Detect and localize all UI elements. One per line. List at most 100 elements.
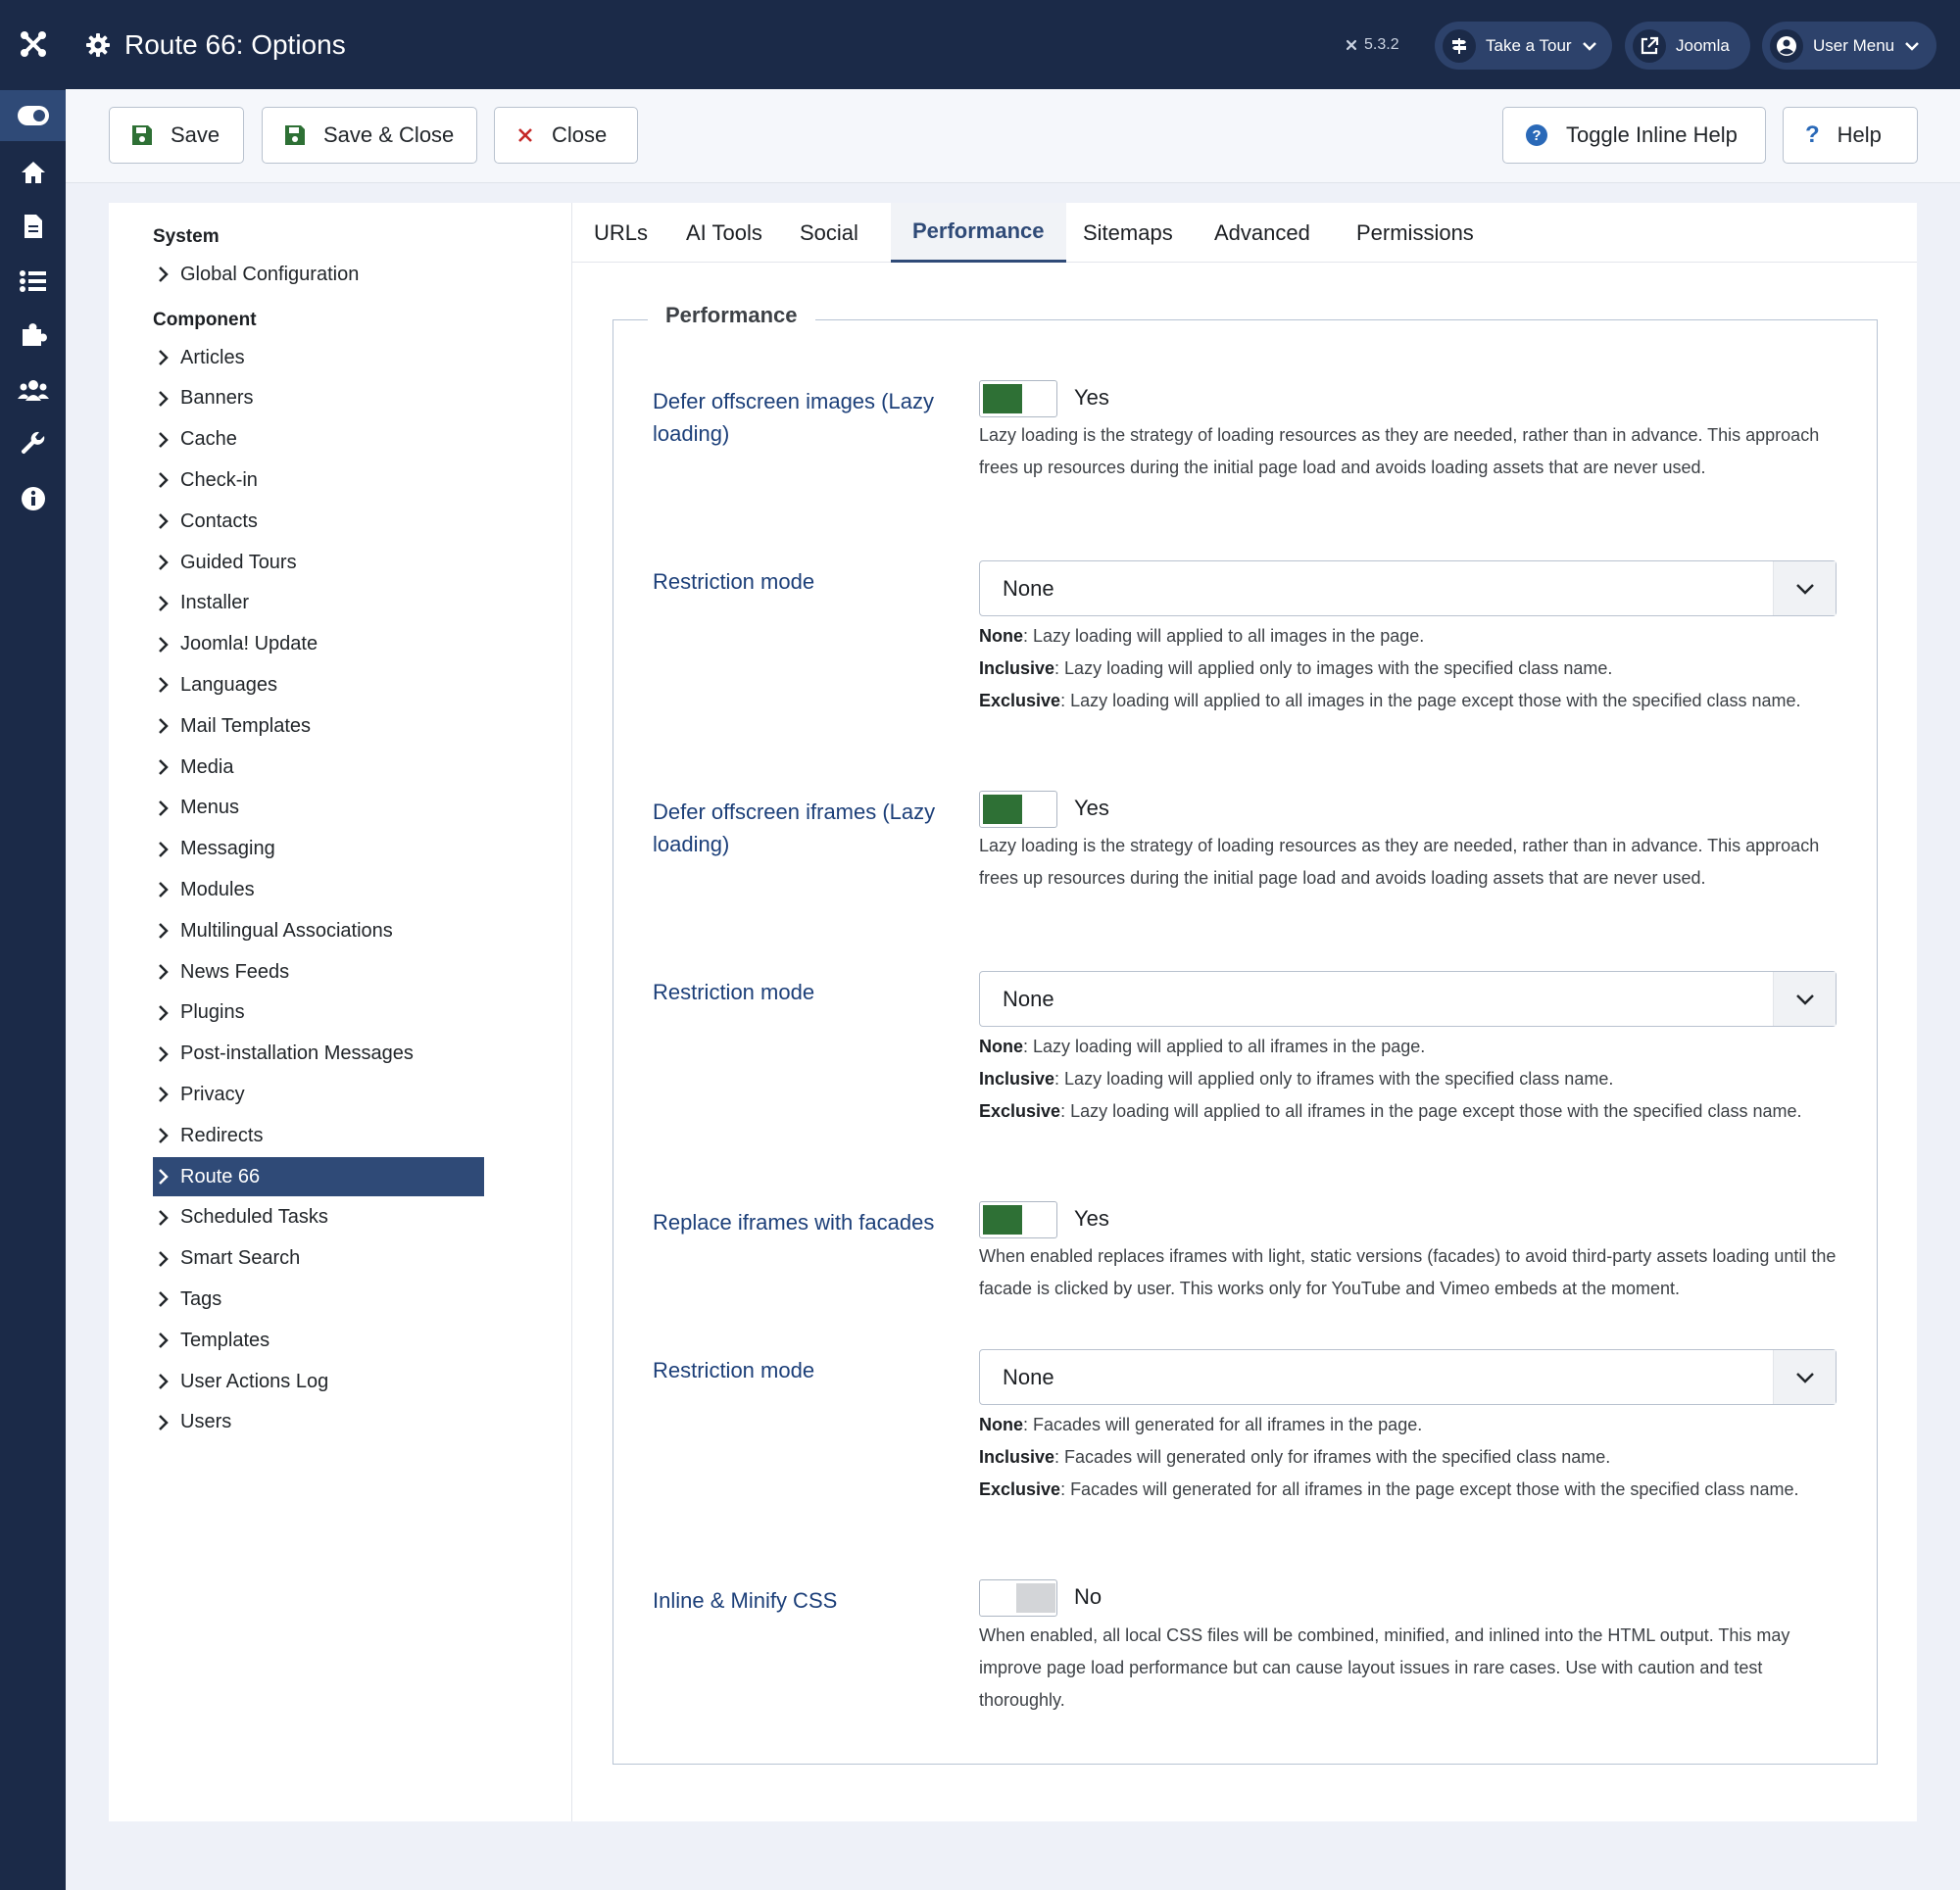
sidebar-item-label: Articles <box>180 346 245 368</box>
sidebar-item-media[interactable]: Media <box>153 748 484 787</box>
chevron-right-icon <box>159 964 169 980</box>
chevron-down-icon <box>1905 41 1920 51</box>
sidebar-item-cache[interactable]: Cache <box>153 420 484 460</box>
sidebar-item-mail-templates[interactable]: Mail Templates <box>153 706 484 746</box>
select-value: None <box>1003 575 1054 601</box>
toggle-menu-icon[interactable] <box>0 90 66 141</box>
sidebar-item-label: Guided Tours <box>180 551 297 573</box>
question-icon: ? <box>1805 121 1820 148</box>
chevron-right-icon <box>159 513 169 530</box>
chevron-right-icon <box>159 350 169 365</box>
lazy-iframes-description: Lazy loading is the strategy of loading … <box>979 836 1820 888</box>
sidebar-item-label: Mail Templates <box>180 714 312 737</box>
sidebar-item-scheduled-tasks[interactable]: Scheduled Tasks <box>153 1198 484 1237</box>
facades-toggle[interactable] <box>979 1201 1057 1238</box>
sidebar-item-label: Media <box>180 755 234 778</box>
content-icon[interactable] <box>0 201 66 252</box>
sidebar-item-messaging[interactable]: Messaging <box>153 830 484 869</box>
tab-performance[interactable]: Performance <box>891 203 1066 263</box>
iframes-restriction-select[interactable]: None <box>979 971 1837 1027</box>
images-restriction-label: Restriction mode <box>653 569 815 594</box>
menus-list-icon[interactable] <box>0 256 66 307</box>
sidebar-item-check-in[interactable]: Check-in <box>153 460 484 500</box>
chevron-right-icon <box>159 759 169 775</box>
sidebar-item-label: Banners <box>180 387 254 410</box>
sidebar-item-articles[interactable]: Articles <box>153 338 484 377</box>
users-icon[interactable] <box>0 364 66 415</box>
sidebar-item-label: Privacy <box>180 1083 245 1105</box>
save-close-label: Save & Close <box>323 122 455 147</box>
lazy-iframes-toggle[interactable] <box>979 791 1057 828</box>
facades-restriction-select[interactable]: None <box>979 1349 1837 1405</box>
top-header: Route 66: Options 5.3.2 Take a Tour Joom… <box>66 0 1960 89</box>
chevron-right-icon <box>159 1333 169 1349</box>
sidebar-item-banners[interactable]: Banners <box>153 379 484 418</box>
save-icon <box>285 125 305 145</box>
chevron-down-icon <box>1773 972 1836 1026</box>
images-restriction-select[interactable]: None <box>979 560 1837 616</box>
sidebar-item-global-configuration[interactable]: Global Configuration <box>153 255 484 294</box>
sidebar-item-installer[interactable]: Installer <box>153 584 484 623</box>
lazy-images-toggle[interactable] <box>979 380 1057 417</box>
sidebar-item-menus[interactable]: Menus <box>153 789 484 828</box>
sidebar-item-templates[interactable]: Templates <box>153 1321 484 1360</box>
sidebar-item-multilingual-associations[interactable]: Multilingual Associations <box>153 911 484 950</box>
sidebar-item-news-feeds[interactable]: News Feeds <box>153 952 484 992</box>
info-icon[interactable] <box>0 473 66 524</box>
tab-ai-tools[interactable]: AI Tools <box>664 203 784 263</box>
sidebar-item-label: Tags <box>180 1287 222 1310</box>
help-button[interactable]: ? Help <box>1783 107 1918 164</box>
tab-advanced[interactable]: Advanced <box>1193 203 1332 263</box>
sidebar-item-smart-search[interactable]: Smart Search <box>153 1239 484 1279</box>
sidebar-item-user-actions-log[interactable]: User Actions Log <box>153 1362 484 1401</box>
chevron-down-icon <box>1582 41 1596 51</box>
system-wrench-icon[interactable] <box>0 418 66 469</box>
toggle-inline-help-button[interactable]: ? Toggle Inline Help <box>1502 107 1766 164</box>
take-tour-button[interactable]: Take a Tour <box>1435 22 1612 70</box>
save-close-button[interactable]: Save & Close <box>262 107 477 164</box>
version-text: 5.3.2 <box>1364 35 1399 53</box>
sidebar-item-modules[interactable]: Modules <box>153 870 484 909</box>
save-button[interactable]: Save <box>109 107 244 164</box>
sidebar-item-privacy[interactable]: Privacy <box>153 1075 484 1114</box>
sidebar-item-joomla-update[interactable]: Joomla! Update <box>153 625 484 664</box>
sidebar-item-label: Messaging <box>180 838 275 860</box>
chevron-right-icon <box>159 1087 169 1103</box>
sidebar-item-plugins[interactable]: Plugins <box>153 993 484 1033</box>
sidebar-item-post-installation-messages[interactable]: Post-installation Messages <box>153 1035 484 1074</box>
facades-description: When enabled replaces iframes with light… <box>979 1246 1837 1298</box>
sidebar-item-route-66[interactable]: Route 66 <box>153 1157 484 1196</box>
lazy-iframes-value: Yes <box>1074 796 1109 820</box>
sidebar-item-label: Global Configuration <box>180 263 360 285</box>
tab-sitemaps[interactable]: Sitemaps <box>1061 203 1195 263</box>
chevron-right-icon <box>159 1004 169 1021</box>
sidebar-item-redirects[interactable]: Redirects <box>153 1116 484 1155</box>
iframes-restriction-label: Restriction mode <box>653 980 815 1004</box>
tab-social[interactable]: Social <box>778 203 880 263</box>
sidebar-item-languages[interactable]: Languages <box>153 665 484 704</box>
toggle-inline-help-label: Toggle Inline Help <box>1566 122 1738 147</box>
sidebar-item-label: Scheduled Tasks <box>180 1206 328 1229</box>
tab-permissions[interactable]: Permissions <box>1335 203 1495 263</box>
sidebar-item-label: Post-installation Messages <box>180 1042 414 1065</box>
lazy-images-label: Defer offscreen images (Lazy loading) <box>653 389 934 446</box>
sidebar-item-contacts[interactable]: Contacts <box>153 502 484 541</box>
tab-urls[interactable]: URLs <box>572 203 669 263</box>
user-avatar-icon <box>1770 28 1803 63</box>
inline-minify-css-toggle[interactable] <box>979 1579 1057 1617</box>
chevron-right-icon <box>159 923 169 940</box>
chevron-right-icon <box>159 267 169 282</box>
sidebar-item-guided-tours[interactable]: Guided Tours <box>153 543 484 582</box>
chevron-right-icon <box>159 1169 169 1185</box>
user-menu-button[interactable]: User Menu <box>1762 22 1936 70</box>
components-puzzle-icon[interactable] <box>0 310 66 361</box>
home-icon[interactable] <box>0 147 66 198</box>
chevron-right-icon <box>159 882 169 898</box>
joomla-logo-icon[interactable] <box>0 0 66 88</box>
close-button[interactable]: Close <box>494 107 638 164</box>
images-restriction-description: None: Lazy loading will applied to all i… <box>979 626 1801 710</box>
joomla-site-button[interactable]: Joomla <box>1625 22 1750 70</box>
sidebar-item-users[interactable]: Users <box>153 1403 484 1442</box>
sidebar-item-tags[interactable]: Tags <box>153 1280 484 1319</box>
sidebar-item-label: Smart Search <box>180 1247 301 1270</box>
